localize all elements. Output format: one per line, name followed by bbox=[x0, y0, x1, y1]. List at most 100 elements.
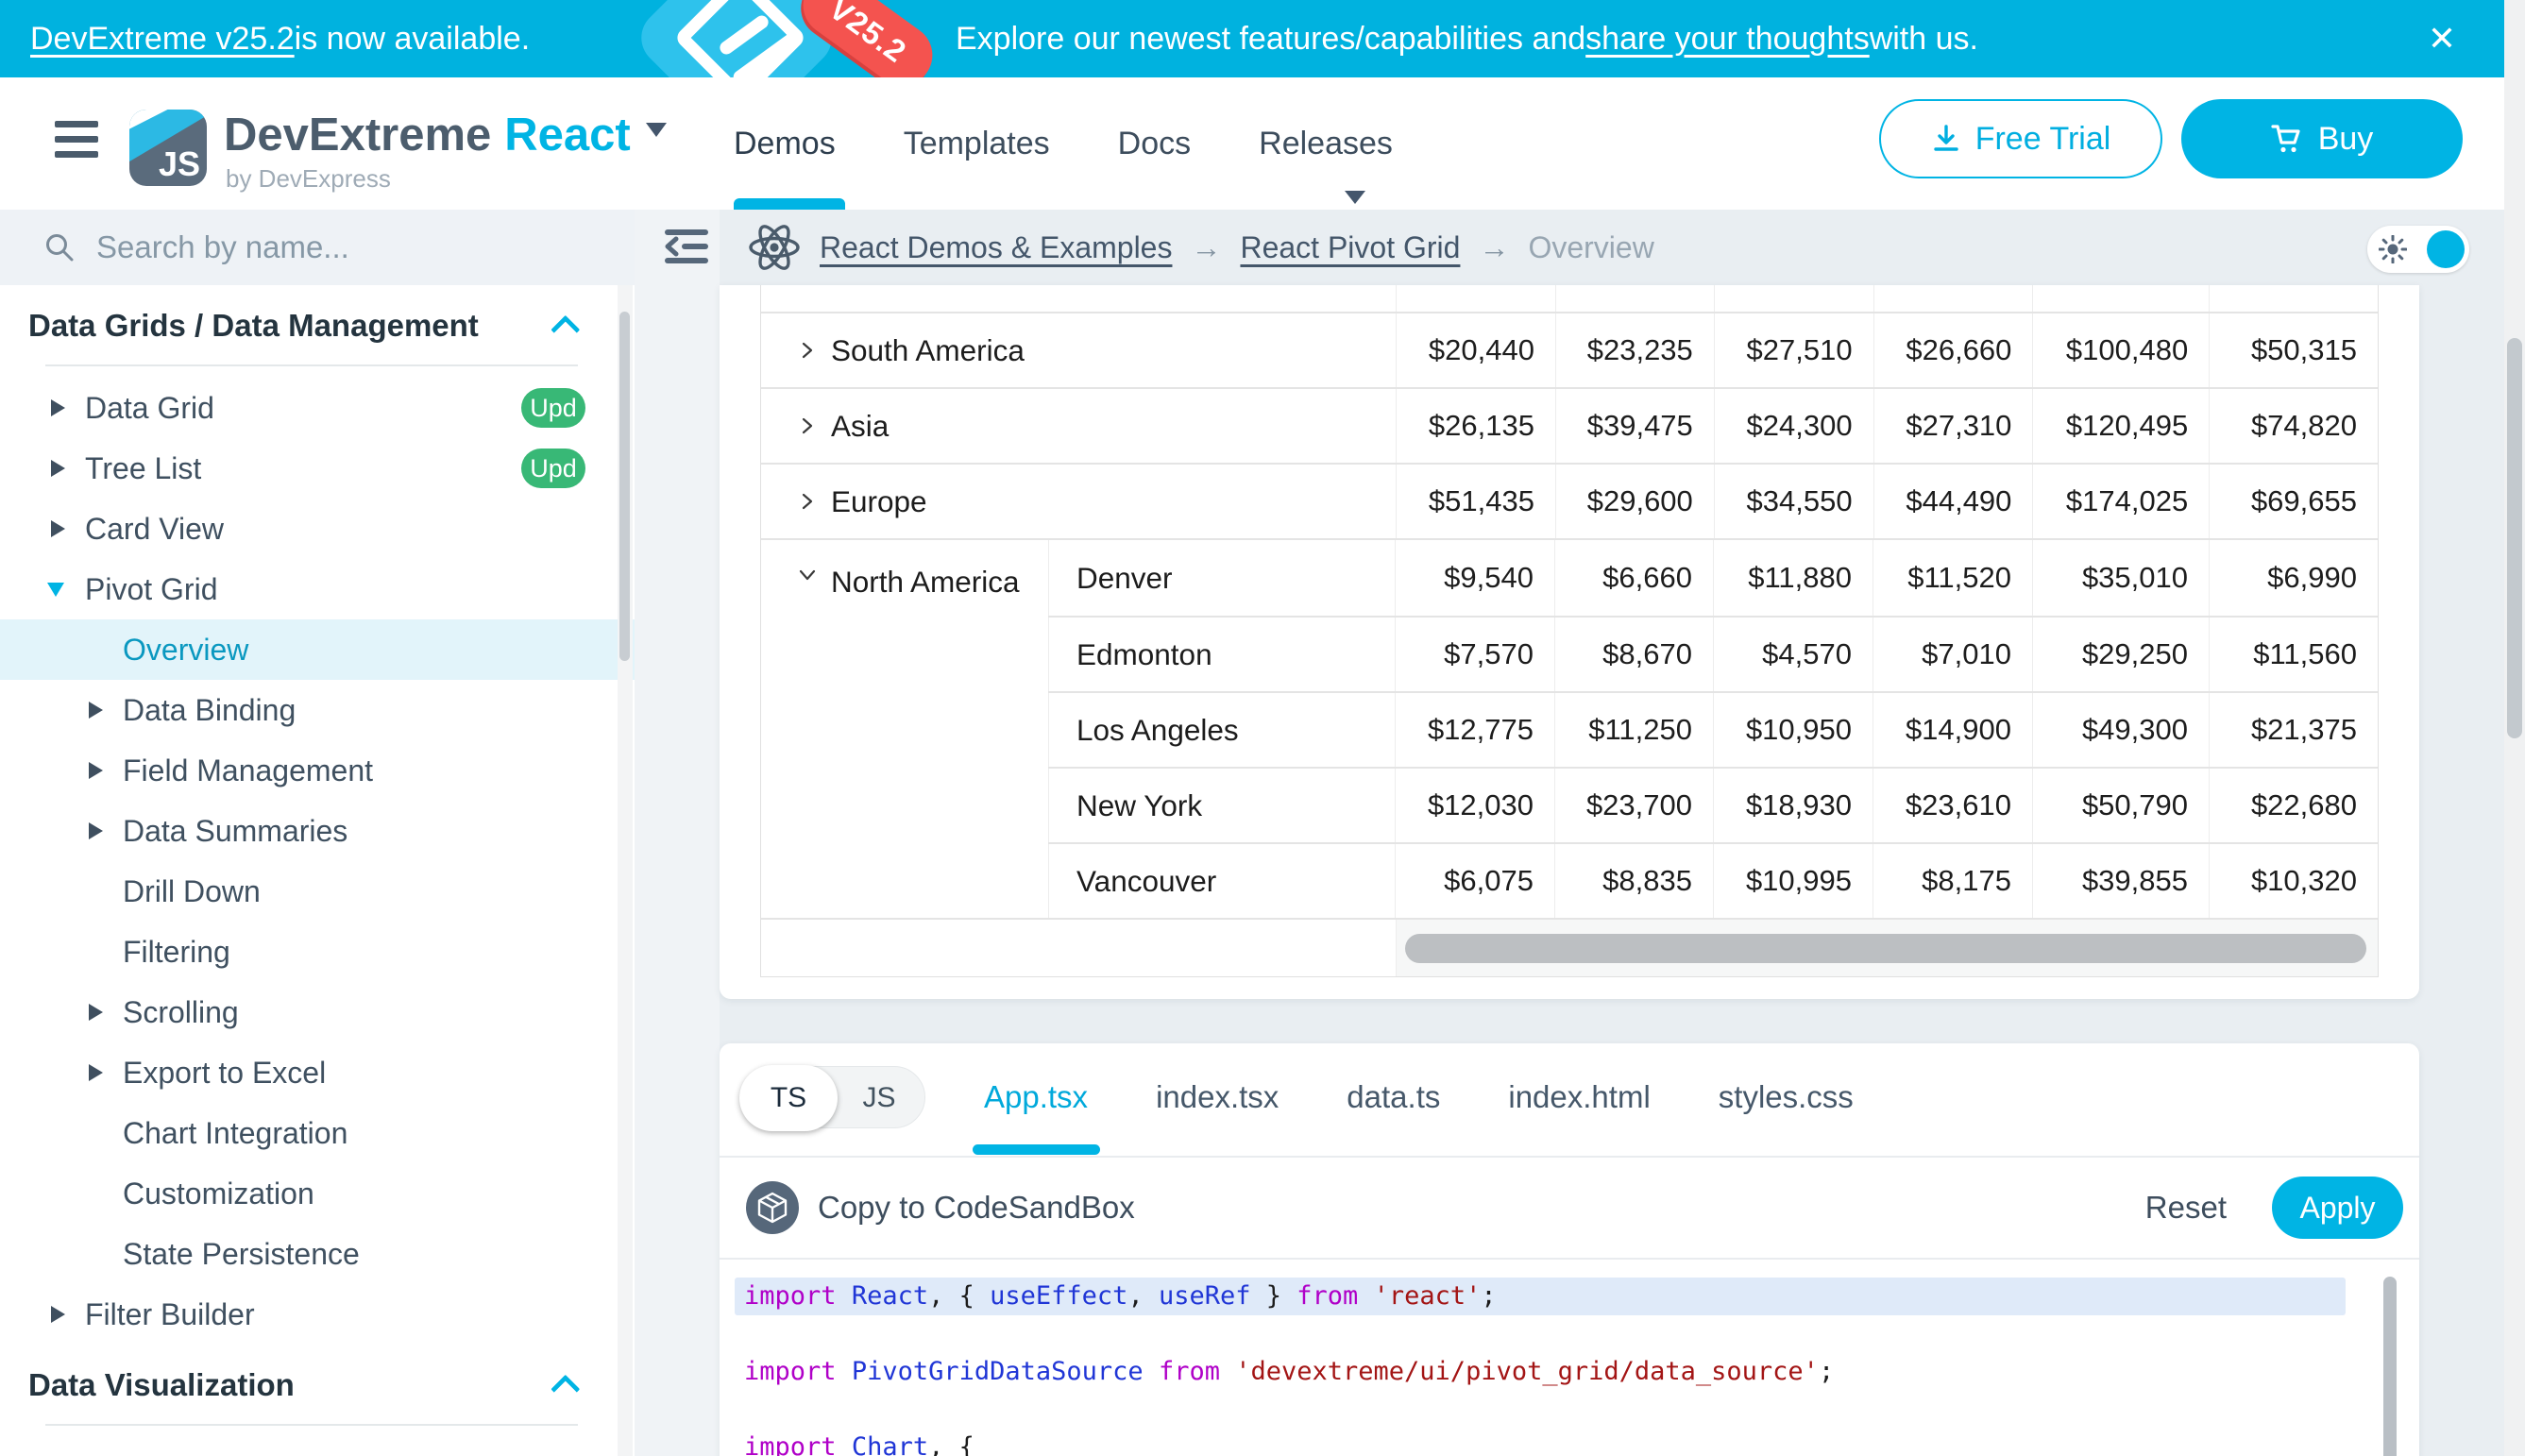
free-trial-button[interactable]: Free Trial bbox=[1879, 99, 2162, 178]
pivot-value-cell: $6,075 bbox=[1395, 844, 1554, 918]
sidebar-item-customization[interactable]: Customization bbox=[0, 1163, 635, 1224]
expand-triangle-icon[interactable] bbox=[89, 822, 103, 839]
code-token: , bbox=[1127, 1281, 1159, 1311]
pivot-city-header: Edmonton bbox=[1048, 618, 1395, 691]
expand-triangle-icon[interactable] bbox=[51, 399, 65, 416]
sidebar-section-header[interactable]: Data Visualization bbox=[0, 1345, 635, 1426]
lang-tab-js[interactable]: JS bbox=[834, 1067, 924, 1129]
banner-release-link[interactable]: DevExtreme v25.2 bbox=[30, 21, 295, 58]
code-editor[interactable]: import React, { useEffect, useRef } from… bbox=[735, 1278, 2346, 1456]
sidebar-item-overview[interactable]: Overview bbox=[0, 619, 635, 680]
sidebar-item-tree-list[interactable]: Tree ListUpd bbox=[0, 438, 635, 499]
file-tab-index-html[interactable]: index.html bbox=[1508, 1079, 1650, 1115]
pivot-row: Asia$26,135$39,475$24,300$27,310$120,495… bbox=[761, 387, 2378, 463]
chevron-down-icon[interactable] bbox=[646, 123, 667, 137]
codesandbox-icon[interactable] bbox=[746, 1181, 799, 1234]
expand-triangle-icon[interactable] bbox=[89, 1004, 103, 1021]
banner-close-icon[interactable]: ✕ bbox=[2414, 0, 2470, 77]
pivot-value-cell: $8,835 bbox=[1554, 844, 1713, 918]
nav-item-releases[interactable]: Releases bbox=[1259, 126, 1393, 162]
buy-button[interactable]: Buy bbox=[2181, 99, 2463, 178]
pivot-value-cell: $23,235 bbox=[1555, 313, 1714, 387]
code-scrollbar-thumb[interactable] bbox=[2383, 1277, 2397, 1456]
expand-triangle-icon[interactable] bbox=[51, 460, 65, 477]
search-input[interactable] bbox=[96, 229, 550, 265]
file-tab-index-tsx[interactable]: index.tsx bbox=[1156, 1079, 1279, 1115]
updated-badge: Upd bbox=[521, 388, 585, 428]
hamburger-menu-icon[interactable] bbox=[55, 121, 98, 166]
reset-button[interactable]: Reset bbox=[2145, 1158, 2227, 1258]
sidebar-section-header[interactable]: Data Grids / Data Management bbox=[0, 285, 635, 366]
sidebar-item-data-summaries[interactable]: Data Summaries bbox=[0, 801, 635, 861]
sidebar-menu: Data Grids / Data Management Data Grid Upd… bbox=[0, 285, 635, 1456]
pivot-cell bbox=[2032, 285, 2209, 312]
breadcrumb-item[interactable]: React Pivot Grid bbox=[1240, 230, 1460, 265]
breadcrumb-item[interactable]: React Demos & Examples bbox=[820, 230, 1172, 265]
main-header: JS DevExtremeReact by DevExpress DemosTe… bbox=[0, 77, 2525, 210]
sidebar-item-label: Overview bbox=[123, 633, 248, 668]
code-token: 'react' bbox=[1374, 1281, 1482, 1311]
pivot-header-row-partial bbox=[761, 285, 2378, 312]
sidebar-item-label: Data Grid bbox=[85, 391, 214, 426]
banner-release-text: DevExtreme v25.2 is now available. bbox=[30, 0, 530, 77]
language-toggle[interactable]: TS JS bbox=[740, 1066, 925, 1128]
chevron-right-icon[interactable] bbox=[797, 491, 818, 512]
expand-triangle-icon[interactable] bbox=[51, 1306, 65, 1323]
sidebar-item-filtering[interactable]: Filtering bbox=[0, 922, 635, 982]
active-tab-underline bbox=[973, 1144, 1100, 1155]
sidebar-item-pivot-grid[interactable]: Pivot Grid bbox=[0, 559, 635, 619]
breadcrumb: React Demos & Examples→React Pivot Grid→… bbox=[820, 210, 1654, 285]
theme-toggle[interactable] bbox=[2367, 226, 2469, 273]
sidebar-item-state-persistence[interactable]: State Persistence bbox=[0, 1224, 635, 1284]
expand-triangle-icon[interactable] bbox=[89, 762, 103, 779]
banner-message-prefix: Explore our newest features/capabilities… bbox=[956, 21, 1585, 58]
sidebar-item-field-management[interactable]: Field Management bbox=[0, 740, 635, 801]
sidebar-item-data-binding[interactable]: Data Binding bbox=[0, 680, 635, 740]
file-tab-data-ts[interactable]: data.ts bbox=[1347, 1079, 1440, 1115]
expand-triangle-icon[interactable] bbox=[89, 702, 103, 719]
sidebar-item-data-grid[interactable]: Data Grid Upd bbox=[0, 378, 635, 438]
file-tab-app-tsx[interactable]: App.tsx bbox=[984, 1079, 1088, 1115]
codesandbox-row: Copy to CodeSandBox Reset Apply bbox=[720, 1158, 2419, 1258]
chevron-right-icon[interactable] bbox=[797, 415, 818, 436]
pivot-value-cell: $39,855 bbox=[2032, 844, 2209, 918]
nav-item-templates[interactable]: Templates bbox=[904, 126, 1050, 162]
sidebar-item-export-to-excel[interactable]: Export to Excel bbox=[0, 1042, 635, 1103]
sidebar-scrollbar-thumb[interactable] bbox=[619, 312, 630, 661]
apply-button[interactable]: Apply bbox=[2272, 1177, 2403, 1239]
releases-chevron-down-icon[interactable] bbox=[1345, 191, 1365, 204]
code-token bbox=[837, 1281, 852, 1311]
pivot-cell bbox=[1555, 285, 1714, 312]
collapse-panel-icon[interactable] bbox=[664, 227, 709, 271]
expand-triangle-icon[interactable] bbox=[89, 1064, 103, 1081]
chevron-right-icon[interactable] bbox=[797, 340, 818, 361]
expand-triangle-icon[interactable] bbox=[51, 520, 65, 537]
theme-toggle-knob[interactable] bbox=[2427, 230, 2465, 268]
sidebar-item-card-view[interactable]: Card View bbox=[0, 499, 635, 559]
pivot-hscrollbar-thumb[interactable] bbox=[1405, 934, 2366, 963]
sidebar-item-chart-integration[interactable]: Chart Integration bbox=[0, 1103, 635, 1163]
region-label: Asia bbox=[831, 409, 889, 444]
nav-item-demos[interactable]: Demos bbox=[734, 126, 836, 162]
share-your-thoughts-link[interactable]: share your thoughts bbox=[1585, 21, 1870, 58]
page-scrollbar-thumb[interactable] bbox=[2507, 338, 2522, 738]
code-panel: TS JS App.tsx index.tsx data.ts index.html s… bbox=[720, 1043, 2419, 1456]
nav-item-docs[interactable]: Docs bbox=[1118, 126, 1191, 162]
breadcrumb-separator: → bbox=[1479, 230, 1509, 265]
copy-to-codesandbox-button[interactable]: Copy to CodeSandBox bbox=[818, 1158, 1135, 1258]
region-label: South America bbox=[831, 333, 1025, 368]
pivot-city-header: Los Angeles bbox=[1048, 693, 1395, 767]
lang-tab-ts[interactable]: TS bbox=[739, 1065, 838, 1131]
chevron-down-icon[interactable] bbox=[797, 565, 818, 585]
pivot-value-cell: $11,880 bbox=[1713, 540, 1873, 616]
brand-title[interactable]: DevExtremeReact bbox=[224, 109, 667, 161]
sidebar-item-filter-builder[interactable]: Filter Builder bbox=[0, 1284, 635, 1345]
collapse-triangle-icon[interactable] bbox=[47, 583, 64, 597]
devextreme-js-logo[interactable]: JS bbox=[129, 110, 207, 186]
sidebar-item-drill-down[interactable]: Drill Down bbox=[0, 861, 635, 922]
pivot-value-cell: $7,570 bbox=[1395, 618, 1554, 691]
code-token: ; bbox=[1819, 1357, 1834, 1386]
sidebar-item-scrolling[interactable]: Scrolling bbox=[0, 982, 635, 1042]
file-tab-styles-css[interactable]: styles.css bbox=[1719, 1079, 1854, 1115]
sidebar-item-label: Data Summaries bbox=[123, 814, 347, 849]
